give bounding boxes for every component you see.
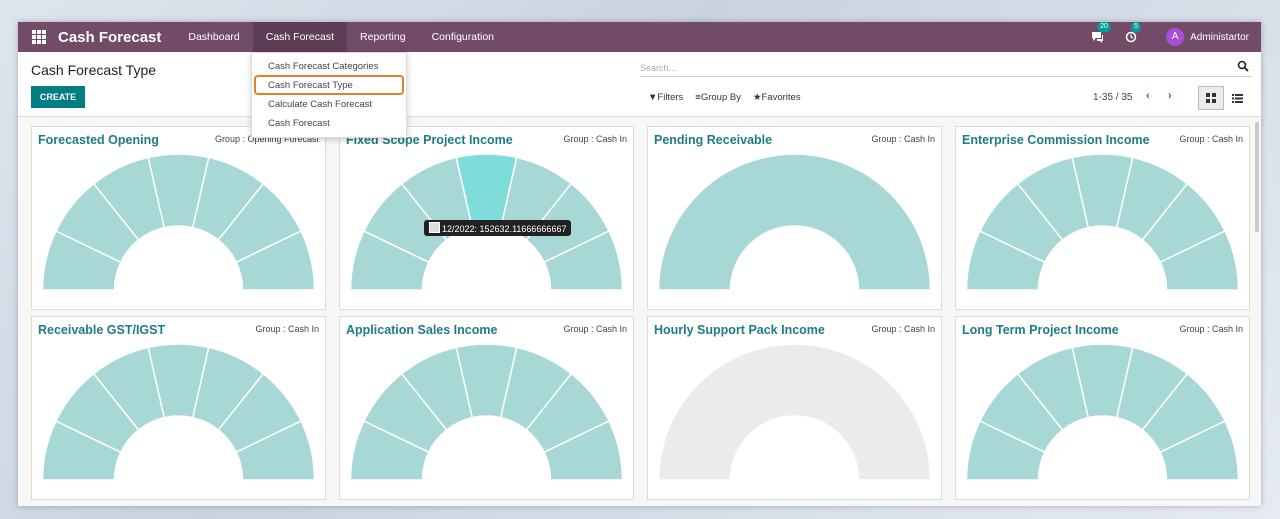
list-icon [1231,93,1243,103]
kanban-card[interactable]: Receivable GST/IGST Group : Cash In [31,316,326,500]
group-by-button[interactable]: ≡Group By [695,92,741,103]
search-icon[interactable] [1237,60,1249,72]
activity-badge: 5 [1131,22,1141,32]
page-title: Cash Forecast Type [31,62,157,78]
activity-clock-icon[interactable]: 5 [1124,22,1141,44]
kanban-card[interactable]: Application Sales Income Group : Cash In [339,316,634,500]
gauge-chart [349,153,624,291]
dropdown-item-calculate[interactable]: Calculate Cash Forecast [268,99,372,110]
kanban-view-button[interactable] [1198,86,1224,110]
pager-next-icon[interactable]: › [1168,90,1172,102]
star-icon: ★ [752,92,762,103]
user-avatar[interactable]: A [1166,28,1185,46]
menu-configuration[interactable]: Configuration [419,22,507,52]
scrollbar[interactable] [1255,122,1259,232]
main-menu: Dashboard Cash Forecast Reporting Config… [175,22,507,52]
create-button[interactable]: CREATE [31,86,85,108]
menu-dashboard[interactable]: Dashboard [175,22,252,52]
gauge-slice[interactable] [657,343,932,481]
kanban-card[interactable]: Fixed Scope Project Income Group : Cash … [339,126,634,310]
dropdown-item-categories[interactable]: Cash Forecast Categories [268,61,378,72]
kanban-card[interactable]: Pending Receivable Group : Cash In [647,126,942,310]
messages-icon[interactable]: 20 [1090,22,1111,44]
search-bar [640,58,1251,77]
gauge-chart [41,343,316,481]
kanban-card[interactable]: Forecasted Opening Group : Opening Forec… [31,126,326,310]
app-brand[interactable]: Cash Forecast [58,29,161,46]
dropdown-item-forecast[interactable]: Cash Forecast [268,118,330,129]
gauge-chart [965,343,1240,481]
pager-previous-icon[interactable]: ‹ [1146,90,1150,102]
cash-forecast-dropdown: Cash Forecast Categories Cash Forecast T… [251,52,407,138]
gauge-chart [657,153,932,291]
menu-cash-forecast[interactable]: Cash Forecast [252,22,348,52]
menu-reporting[interactable]: Reporting [347,22,419,52]
gauge-chart [349,343,624,481]
search-options: ▼Filters ≡Group By ★Favorites [648,92,813,103]
gauge-chart [965,153,1240,291]
dropdown-item-type[interactable]: Cash Forecast Type [268,80,353,91]
user-name[interactable]: Administartor [1190,32,1249,43]
tooltip-swatch [429,222,440,233]
kanban-card[interactable]: Hourly Support Pack Income Group : Cash … [647,316,942,500]
favorites-button[interactable]: ★Favorites [753,92,801,103]
app-window: Cash Forecast Dashboard Cash Forecast Re… [18,22,1261,506]
kanban-icon [1206,93,1216,103]
pager-value[interactable]: 1-35 / 35 [1093,92,1132,103]
navbar-systray: 20 5 A Administartor [1070,22,1249,52]
filters-button[interactable]: ▼Filters [648,92,683,103]
gauge-chart [41,153,316,291]
gauge-slice[interactable] [657,153,932,291]
list-view-button[interactable] [1224,86,1250,110]
kanban-card[interactable]: Enterprise Commission Income Group : Cas… [955,126,1250,310]
apps-menu-icon[interactable] [32,30,46,44]
search-input[interactable] [640,59,1230,77]
top-navbar: Cash Forecast Dashboard Cash Forecast Re… [18,22,1261,52]
filter-icon: ▼ [648,92,658,103]
gauge-chart [657,343,932,481]
control-panel: Cash Forecast Type CREATE ▼Filters ≡Grou… [18,52,1261,117]
chart-tooltip: 12/2022: 152632.11666666667 [424,220,572,236]
kanban-card[interactable]: Long Term Project Income Group : Cash In [955,316,1250,500]
messages-badge: 20 [1097,22,1111,32]
